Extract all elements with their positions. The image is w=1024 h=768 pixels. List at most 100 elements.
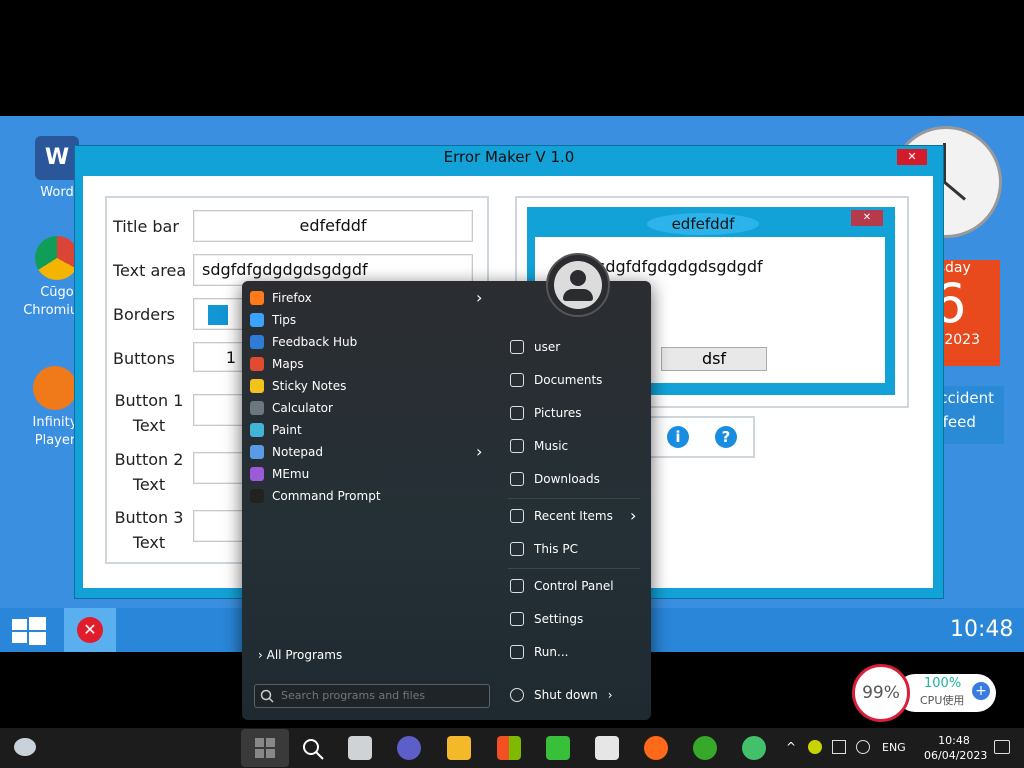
control-panel-icon xyxy=(510,579,524,593)
shutdown-button[interactable]: Shut down › xyxy=(508,681,648,709)
start-menu-link-label: Documents xyxy=(534,373,603,387)
cpu-label: CPU使用 xyxy=(920,694,965,707)
start-menu-item-label: Feedback Hub xyxy=(272,335,358,349)
borders-label: Borders xyxy=(113,305,175,324)
start-menu-link-label: Settings xyxy=(534,612,584,626)
start-menu-item-notepad[interactable]: Notepad › xyxy=(250,441,490,463)
teams-chat-icon[interactable] xyxy=(397,736,421,760)
button1-text-input[interactable] xyxy=(193,394,245,426)
firefox-icon[interactable] xyxy=(644,736,668,760)
start-menu-link-label: Music xyxy=(534,439,569,453)
search-icon xyxy=(260,689,274,703)
start-menu-item-label: Firefox xyxy=(272,291,312,305)
button2-text-input[interactable] xyxy=(193,452,245,484)
start-menu-item-paint[interactable]: Paint xyxy=(250,419,490,441)
user-avatar[interactable] xyxy=(546,253,610,317)
documents-icon xyxy=(510,373,524,387)
notifications-icon[interactable] xyxy=(994,740,1010,754)
start-menu-link-label: user xyxy=(534,340,561,354)
start-menu-item-command-prompt[interactable]: Command Prompt xyxy=(250,485,490,507)
start-search-input[interactable] xyxy=(281,687,481,703)
browser-icon[interactable] xyxy=(742,736,766,760)
settings-icon xyxy=(510,612,524,626)
start-menu-item-label: Maps xyxy=(272,357,304,371)
cpu-percent: 100% xyxy=(924,676,962,691)
start-menu-link-this-pc[interactable]: This PC xyxy=(508,535,646,563)
start-menu-item-maps[interactable]: Maps xyxy=(250,353,490,375)
nvidia-app-icon[interactable] xyxy=(546,736,570,760)
all-programs[interactable]: › All Programs xyxy=(258,648,342,662)
button3-text-input[interactable] xyxy=(193,510,245,542)
start-menu-link-music[interactable]: Music xyxy=(508,432,646,460)
border-color-swatch xyxy=(208,305,228,325)
close-button[interactable]: ✕ xyxy=(897,149,927,165)
recent-items-icon xyxy=(510,509,524,523)
preview-close-button: ✕ xyxy=(851,210,883,226)
buttons-count-input[interactable]: 1 xyxy=(193,342,243,372)
add-icon[interactable]: + xyxy=(972,682,990,700)
memu-icon xyxy=(250,467,264,481)
start-menu-item-memu[interactable]: MEmu xyxy=(250,463,490,485)
borders-selector[interactable] xyxy=(193,298,245,330)
vm-taskbar-error-maker[interactable]: ✕ xyxy=(64,608,116,652)
network-icon[interactable] xyxy=(832,740,846,754)
host-clock[interactable]: 10:48 06/04/2023 xyxy=(924,733,987,763)
firefox-icon xyxy=(250,291,264,305)
pictures-icon xyxy=(510,406,524,420)
player-icon xyxy=(33,366,77,410)
this-pc-icon xyxy=(510,542,524,556)
store-icon[interactable] xyxy=(497,736,521,760)
tray-app-icon[interactable] xyxy=(808,740,822,754)
preview-button: dsf xyxy=(661,347,767,371)
start-menu-item-tips[interactable]: Tips xyxy=(250,309,490,331)
start-search-box[interactable] xyxy=(254,684,490,708)
info-icon[interactable]: i xyxy=(667,426,689,448)
weather-icon[interactable] xyxy=(14,738,36,756)
start-menu-item-label: Notepad xyxy=(272,445,323,459)
search-icon[interactable] xyxy=(301,737,325,761)
start-menu-link-downloads[interactable]: Downloads xyxy=(508,465,646,493)
question-icon[interactable]: ? xyxy=(715,426,737,448)
start-menu-link-pictures[interactable]: Pictures xyxy=(508,399,646,427)
button3-label: Button 3 Text xyxy=(114,508,184,552)
start-menu-link-label: Recent Items xyxy=(534,509,613,523)
start-menu-link-settings[interactable]: Settings xyxy=(508,605,646,633)
start-menu-item-calculator[interactable]: Calculator xyxy=(250,397,490,419)
chevron-right-icon: › xyxy=(476,288,483,307)
cpu-widget[interactable]: 99% 100% CPU使用 + xyxy=(852,664,998,722)
start-menu-link-user[interactable]: user xyxy=(508,333,646,361)
button2-label: Button 2 Text xyxy=(114,450,184,494)
box-app-icon[interactable] xyxy=(595,736,619,760)
chevron-up-icon[interactable]: ^ xyxy=(786,740,796,754)
language-indicator[interactable]: ENG xyxy=(882,741,906,754)
start-menu-link-documents[interactable]: Documents xyxy=(508,366,646,394)
start-menu-item-firefox[interactable]: Firefox › xyxy=(250,287,490,309)
start-menu-item-sticky-notes[interactable]: Sticky Notes xyxy=(250,375,490,397)
title-bar-input[interactable]: edfefddf xyxy=(193,210,473,242)
windows-logo-icon xyxy=(12,617,46,645)
feedback-hub-icon xyxy=(250,335,264,349)
start-menu-item-label: Tips xyxy=(272,313,297,327)
tips-icon xyxy=(250,313,264,327)
preview-message: sdgfdfgdgdgdsgdgdf xyxy=(597,257,763,276)
add-app-icon[interactable] xyxy=(693,736,717,760)
start-menu-item-feedback-hub[interactable]: Feedback Hub xyxy=(250,331,490,353)
cpu-gauge: 99% xyxy=(852,664,910,722)
file-explorer-icon[interactable] xyxy=(447,736,471,760)
task-view-icon[interactable] xyxy=(348,736,372,760)
chevron-right-icon: › xyxy=(258,648,267,662)
start-menu-link-recent-items[interactable]: Recent Items › xyxy=(508,502,646,530)
volume-icon[interactable] xyxy=(856,740,870,754)
start-menu-link-run[interactable]: Run... xyxy=(508,638,646,666)
start-menu-link-control-panel[interactable]: Control Panel xyxy=(508,572,646,600)
vm-start-button[interactable] xyxy=(12,616,46,646)
start-menu-item-label: Calculator xyxy=(272,401,333,415)
host-time: 10:48 xyxy=(938,734,970,747)
run-icon xyxy=(510,645,524,659)
host-start-button[interactable] xyxy=(241,729,289,767)
button1-label: Button 1 Text xyxy=(114,391,184,435)
calculator-icon xyxy=(250,401,264,415)
chevron-right-icon: › xyxy=(607,688,613,702)
sticky-notes-icon xyxy=(250,379,264,393)
window-title: Error Maker V 1.0 xyxy=(443,148,575,166)
